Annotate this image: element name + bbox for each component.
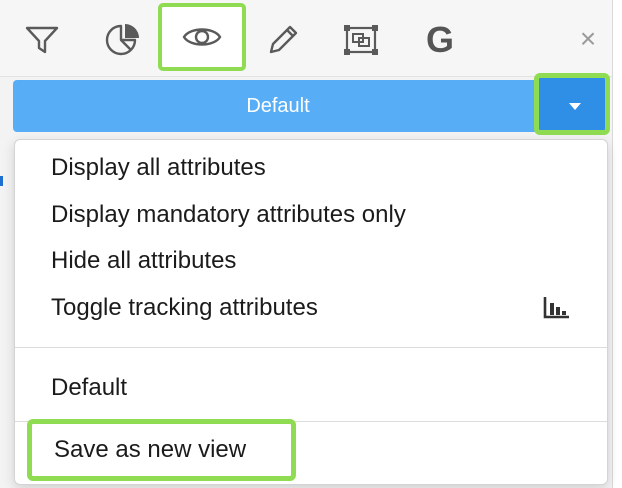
menu-item-toggle-tracking[interactable]: Toggle tracking attributes <box>51 292 318 324</box>
bar-chart-icon <box>543 297 569 319</box>
close-button[interactable]: × <box>558 9 618 69</box>
chart-button[interactable] <box>94 10 154 70</box>
edit-button[interactable] <box>253 10 313 70</box>
view-dropdown-toggle[interactable] <box>534 73 610 135</box>
close-icon: × <box>579 23 597 54</box>
pie-chart-icon <box>105 24 139 56</box>
google-button[interactable]: G <box>410 10 470 70</box>
layout-button[interactable] <box>331 10 391 70</box>
view-button[interactable] <box>158 3 246 71</box>
filter-icon <box>25 26 59 54</box>
menu-item-display-mandatory[interactable]: Display mandatory attributes only <box>51 199 406 231</box>
google-g-icon: G <box>425 19 454 60</box>
menu-item-view-default[interactable]: Default <box>51 372 127 404</box>
pencil-icon <box>269 25 298 54</box>
view-selector-button[interactable]: Default <box>13 80 603 132</box>
save-as-new-view-item[interactable]: Save as new view <box>27 419 296 481</box>
menu-divider <box>15 347 607 348</box>
background-panel-mark <box>0 176 3 186</box>
toolbar: G × <box>0 0 612 77</box>
eye-icon <box>182 28 222 46</box>
caret-down-icon <box>569 103 581 110</box>
menu-item-hide-all[interactable]: Hide all attributes <box>51 245 236 277</box>
frame-icon <box>344 25 378 55</box>
save-as-new-view-label: Save as new view <box>54 436 247 463</box>
background-panel-edge <box>612 0 622 488</box>
menu-item-display-all[interactable]: Display all attributes <box>51 152 266 184</box>
filter-button[interactable] <box>12 10 72 70</box>
view-selector-label: Default <box>246 95 310 117</box>
